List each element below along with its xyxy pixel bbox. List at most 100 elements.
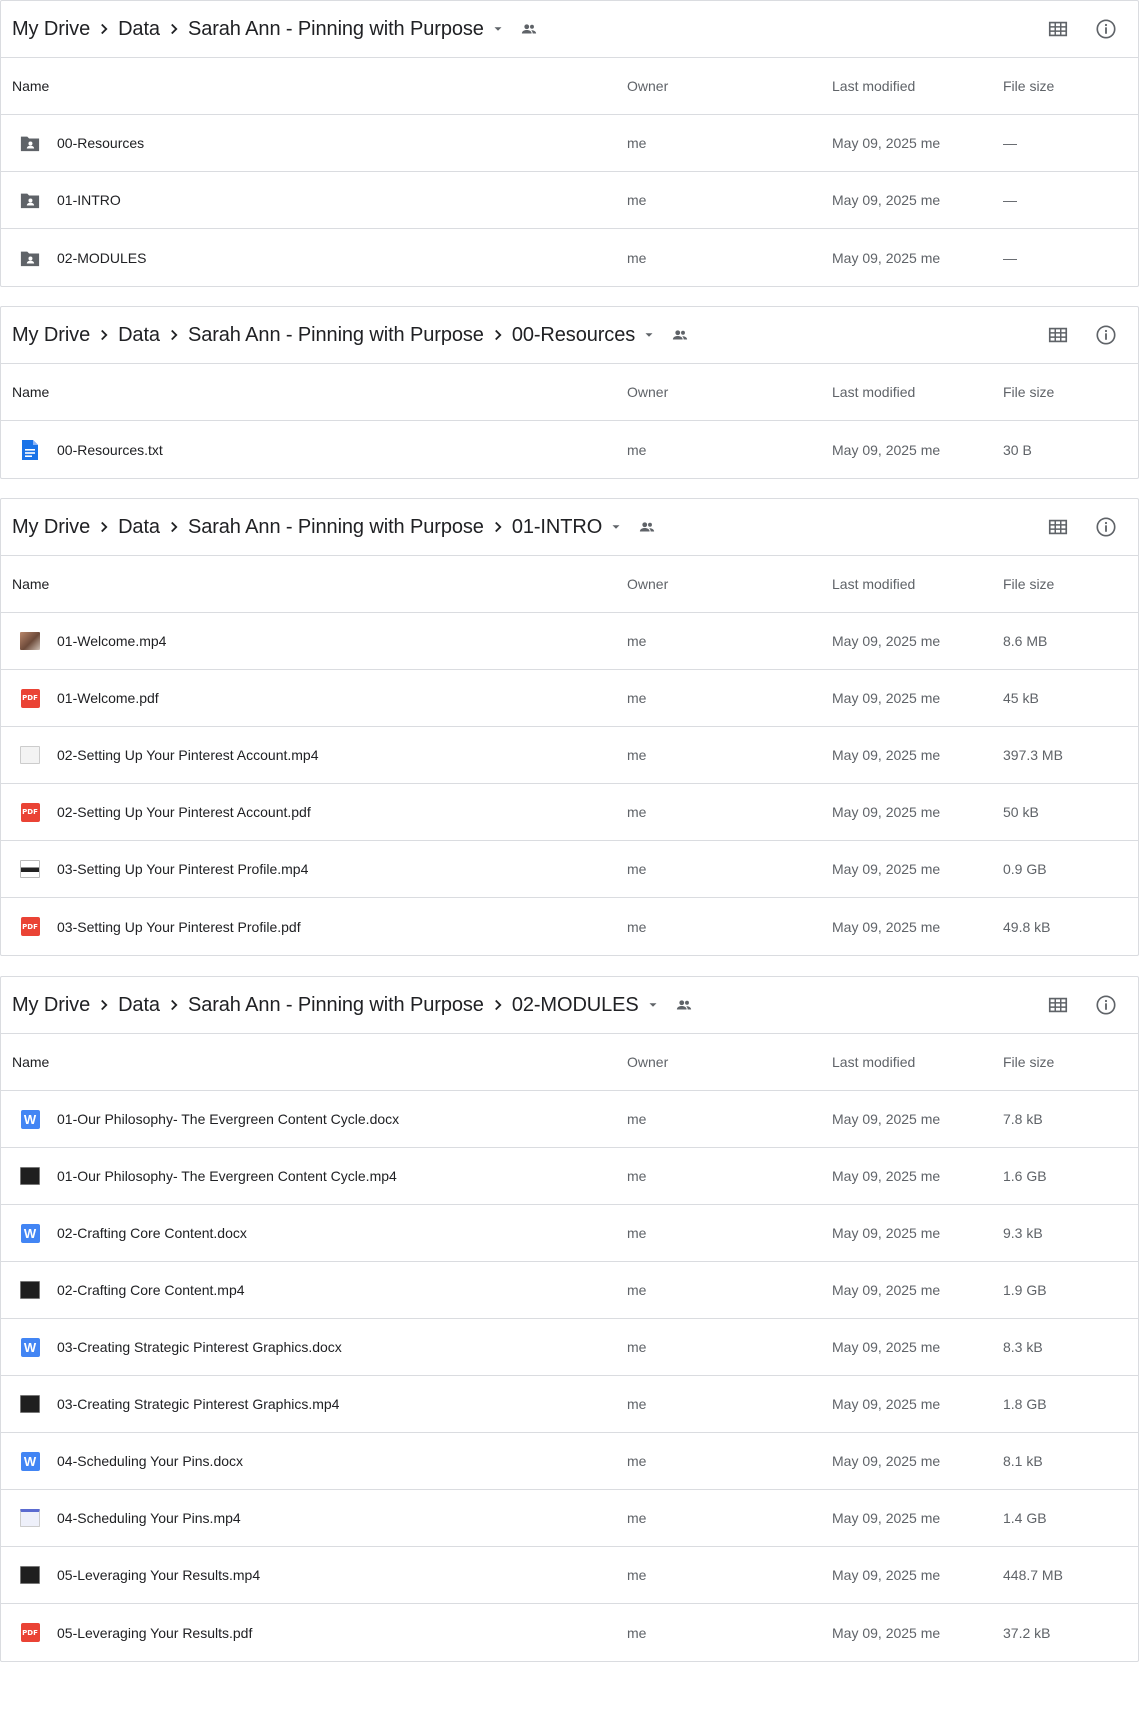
breadcrumb-item[interactable]: Data — [118, 994, 160, 1017]
column-header-file-size[interactable]: File size — [1003, 78, 1054, 94]
file-row[interactable]: 01-INTRO me May 09, 2025 me — — [1, 172, 1138, 229]
column-header-file-size[interactable]: File size — [1003, 576, 1054, 592]
file-row[interactable]: 03-Creating Strategic Pinterest Graphics… — [1, 1376, 1138, 1433]
breadcrumb-item[interactable]: Sarah Ann - Pinning with Purpose — [188, 324, 484, 347]
breadcrumb-item[interactable]: My Drive — [12, 516, 90, 539]
caret-down-icon[interactable] — [639, 325, 659, 345]
file-name[interactable]: 00-Resources — [57, 135, 144, 151]
file-size: 37.2 kB — [1003, 1624, 1051, 1641]
column-header-file-size[interactable]: File size — [1003, 384, 1054, 400]
pdf-icon: PDF — [19, 916, 41, 938]
file-row[interactable]: PDF 03-Setting Up Your Pinterest Profile.… — [1, 898, 1138, 955]
video-thumbnail-dark-icon — [19, 1279, 41, 1301]
file-row[interactable]: PDF 02-Setting Up Your Pinterest Account.… — [1, 784, 1138, 841]
file-name[interactable]: 02-Setting Up Your Pinterest Account.mp4 — [57, 747, 319, 763]
file-name[interactable]: 02-Setting Up Your Pinterest Account.pdf — [57, 804, 311, 820]
file-name[interactable]: 04-Scheduling Your Pins.docx — [57, 1453, 243, 1469]
grid-view-icon[interactable] — [1040, 11, 1076, 47]
word-doc-icon: W — [19, 1336, 41, 1358]
column-header-owner[interactable]: Owner — [627, 1054, 668, 1070]
file-owner: me — [627, 804, 647, 820]
caret-down-icon[interactable] — [643, 995, 663, 1015]
file-name[interactable]: 01-Our Philosophy- The Evergreen Content… — [57, 1168, 397, 1184]
file-last-modified: May 09, 2025 me — [832, 633, 941, 649]
breadcrumb-item[interactable]: Data — [118, 324, 160, 347]
breadcrumb-item[interactable]: My Drive — [12, 994, 90, 1017]
grid-view-icon[interactable] — [1040, 317, 1076, 353]
file-row[interactable]: 03-Setting Up Your Pinterest Profile.mp4… — [1, 841, 1138, 898]
breadcrumb-item[interactable]: Sarah Ann - Pinning with Purpose — [188, 18, 484, 41]
file-row[interactable]: 00-Resources.txt me May 09, 2025 me 30 B — [1, 421, 1138, 478]
file-row[interactable]: 02-Setting Up Your Pinterest Account.mp4… — [1, 727, 1138, 784]
file-name[interactable]: 03-Creating Strategic Pinterest Graphics… — [57, 1339, 342, 1355]
column-header-last-modified[interactable]: Last modified — [832, 384, 915, 400]
file-name[interactable]: 03-Setting Up Your Pinterest Profile.pdf — [57, 919, 301, 935]
file-name[interactable]: 05-Leveraging Your Results.mp4 — [57, 1567, 260, 1583]
breadcrumb-item[interactable]: 02-MODULES — [512, 994, 639, 1017]
column-header-name[interactable]: Name — [12, 576, 49, 592]
grid-view-icon[interactable] — [1040, 509, 1076, 545]
file-row[interactable]: 00-Resources me May 09, 2025 me — — [1, 115, 1138, 172]
file-owner: me — [627, 918, 647, 935]
column-header-row: Name Owner Last modified File size — [1, 364, 1138, 421]
breadcrumb-item[interactable]: Data — [118, 18, 160, 41]
breadcrumb-item[interactable]: My Drive — [12, 324, 90, 347]
file-row[interactable]: 01-Welcome.mp4 me May 09, 2025 me 8.6 MB — [1, 613, 1138, 670]
caret-down-icon[interactable] — [606, 517, 626, 537]
file-row[interactable]: 05-Leveraging Your Results.mp4 me May 09, … — [1, 1547, 1138, 1604]
file-name[interactable]: 01-Our Philosophy- The Evergreen Content… — [57, 1111, 399, 1127]
file-row[interactable]: PDF 05-Leveraging Your Results.pdf me May 0… — [1, 1604, 1138, 1661]
breadcrumb-item[interactable]: Data — [118, 516, 160, 539]
caret-down-icon[interactable] — [488, 19, 508, 39]
file-row[interactable]: 04-Scheduling Your Pins.mp4 me May 09, 202… — [1, 1490, 1138, 1547]
file-row[interactable]: 02-MODULES me May 09, 2025 me — — [1, 229, 1138, 286]
file-name[interactable]: 01-Welcome.mp4 — [57, 633, 166, 649]
column-header-owner[interactable]: Owner — [627, 78, 668, 94]
column-header-file-size[interactable]: File size — [1003, 1054, 1054, 1070]
breadcrumb-item[interactable]: 00-Resources — [512, 324, 635, 347]
column-header-owner[interactable]: Owner — [627, 384, 668, 400]
breadcrumb-item[interactable]: 01-INTRO — [512, 516, 602, 539]
file-name[interactable]: 02-MODULES — [57, 250, 146, 266]
info-icon[interactable] — [1088, 317, 1124, 353]
file-name[interactable]: 03-Creating Strategic Pinterest Graphics… — [57, 1396, 339, 1412]
chevron-right-icon — [160, 326, 188, 344]
file-row[interactable]: 02-Crafting Core Content.mp4 me May 09, 20… — [1, 1262, 1138, 1319]
column-header-last-modified[interactable]: Last modified — [832, 1054, 915, 1070]
file-owner: me — [627, 135, 647, 151]
breadcrumb: My Drive Data Sarah Ann - Pinning with Pur… — [1, 307, 1138, 364]
info-icon[interactable] — [1088, 987, 1124, 1023]
info-icon[interactable] — [1088, 509, 1124, 545]
column-header-name[interactable]: Name — [12, 384, 49, 400]
breadcrumb-item[interactable]: Sarah Ann - Pinning with Purpose — [188, 994, 484, 1017]
chevron-right-icon — [90, 20, 118, 38]
file-size: 1.4 GB — [1003, 1510, 1047, 1526]
shared-people-icon — [673, 994, 695, 1016]
grid-view-icon[interactable] — [1040, 987, 1076, 1023]
breadcrumb-item[interactable]: My Drive — [12, 18, 90, 41]
file-row[interactable]: 01-Our Philosophy- The Evergreen Content… — [1, 1148, 1138, 1205]
file-row[interactable]: W 04-Scheduling Your Pins.docx me May 09, 2… — [1, 1433, 1138, 1490]
breadcrumb-item[interactable]: Sarah Ann - Pinning with Purpose — [188, 516, 484, 539]
file-name[interactable]: 02-Crafting Core Content.mp4 — [57, 1282, 245, 1298]
file-name[interactable]: 05-Leveraging Your Results.pdf — [57, 1625, 252, 1641]
column-header-last-modified[interactable]: Last modified — [832, 576, 915, 592]
file-last-modified: May 09, 2025 me — [832, 1396, 941, 1412]
column-header-owner[interactable]: Owner — [627, 576, 668, 592]
file-row[interactable]: W 02-Crafting Core Content.docx me May 09, … — [1, 1205, 1138, 1262]
file-name[interactable]: 01-INTRO — [57, 192, 121, 208]
file-row[interactable]: W 03-Creating Strategic Pinterest Graphic… — [1, 1319, 1138, 1376]
file-row[interactable]: PDF 01-Welcome.pdf me May 09, 2025 me 45 kB — [1, 670, 1138, 727]
folder-panel: My Drive Data Sarah Ann - Pinning with Pur… — [0, 0, 1139, 287]
column-header-name[interactable]: Name — [12, 78, 49, 94]
file-name[interactable]: 04-Scheduling Your Pins.mp4 — [57, 1510, 241, 1526]
file-name[interactable]: 03-Setting Up Your Pinterest Profile.mp4 — [57, 861, 308, 877]
file-name[interactable]: 00-Resources.txt — [57, 442, 163, 458]
chevron-right-icon — [160, 996, 188, 1014]
info-icon[interactable] — [1088, 11, 1124, 47]
file-name[interactable]: 02-Crafting Core Content.docx — [57, 1225, 247, 1241]
column-header-last-modified[interactable]: Last modified — [832, 78, 915, 94]
file-name[interactable]: 01-Welcome.pdf — [57, 690, 159, 706]
file-row[interactable]: W 01-Our Philosophy- The Evergreen Conten… — [1, 1091, 1138, 1148]
column-header-name[interactable]: Name — [12, 1054, 49, 1070]
